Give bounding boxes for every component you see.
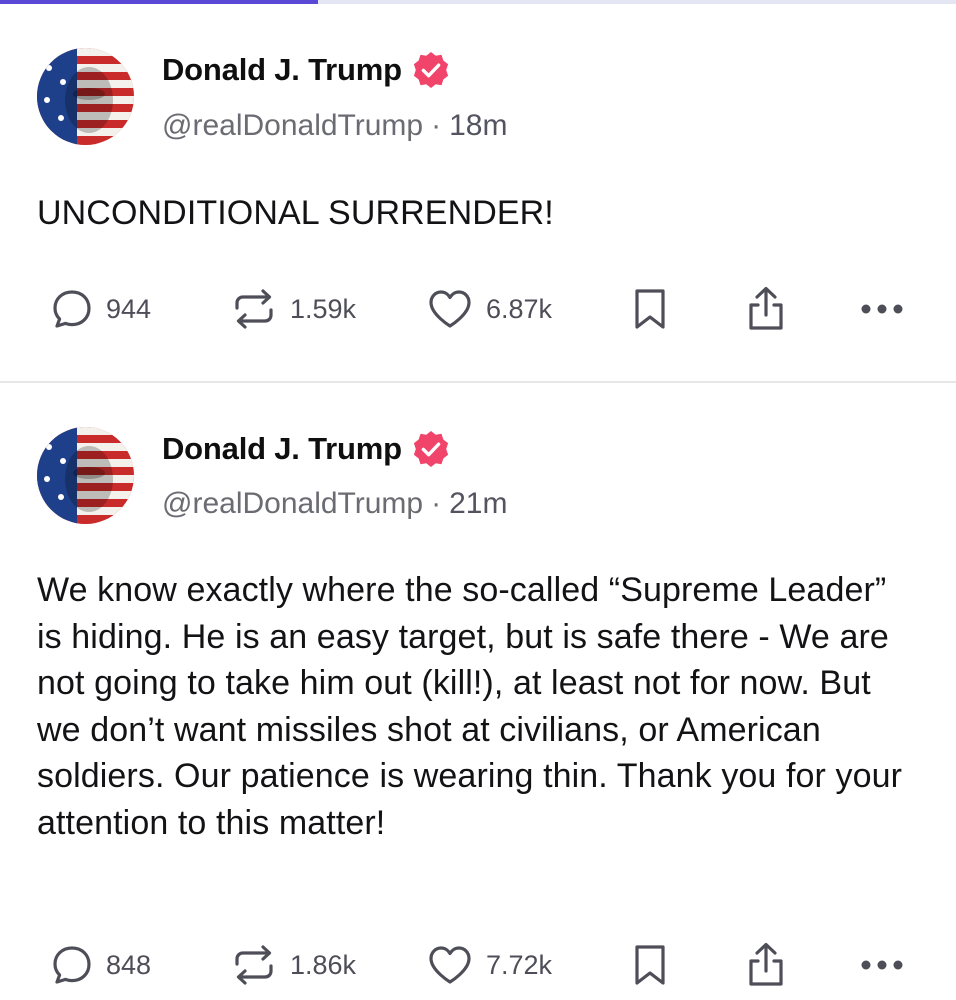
action-bar: 848 1.86k 7.72k xyxy=(0,940,956,990)
avatar[interactable] xyxy=(37,427,134,524)
reply-count: 944 xyxy=(106,293,152,324)
more-dots-icon xyxy=(861,960,903,970)
verified-badge-icon xyxy=(413,51,448,89)
chat-bubble-icon xyxy=(53,946,91,984)
repost-count: 1.59k xyxy=(290,293,357,324)
author-handle[interactable]: @realDonaldTrump xyxy=(162,109,423,142)
author-name[interactable]: Donald J. Trump xyxy=(162,50,402,90)
repost-button[interactable]: 1.59k xyxy=(230,284,356,334)
repost-arrows-icon xyxy=(235,289,273,329)
heart-icon xyxy=(429,290,471,328)
bookmark-button[interactable] xyxy=(628,940,672,990)
post-text: We know exactly where the so-called “Sup… xyxy=(37,571,903,842)
repost-arrows-icon xyxy=(235,945,273,985)
author-handle[interactable]: @realDonaldTrump xyxy=(162,487,423,520)
share-upload-icon xyxy=(749,286,783,330)
share-upload-icon xyxy=(749,942,783,986)
bookmark-button[interactable] xyxy=(628,284,672,334)
more-options-button[interactable] xyxy=(858,284,906,334)
verified-badge-icon xyxy=(413,430,448,468)
author-meta: @realDonaldTrump · 21m xyxy=(162,484,507,524)
chat-bubble-icon xyxy=(53,290,91,328)
post-timestamp[interactable]: 18m xyxy=(449,109,507,142)
meta-separator: · xyxy=(431,109,442,142)
avatar[interactable] xyxy=(37,48,134,145)
bookmark-icon xyxy=(635,289,665,329)
author-name[interactable]: Donald J. Trump xyxy=(162,429,402,469)
share-button[interactable] xyxy=(744,284,788,334)
like-button[interactable]: 6.87k xyxy=(426,284,552,334)
bookmark-icon xyxy=(635,945,665,985)
post-timestamp[interactable]: 21m xyxy=(449,487,507,520)
reply-button[interactable]: 944 xyxy=(50,284,151,334)
meta-separator: · xyxy=(431,487,442,520)
reply-button[interactable]: 848 xyxy=(50,940,151,990)
post-text: UNCONDITIONAL SURRENDER! xyxy=(37,194,554,232)
repost-count: 1.86k xyxy=(290,949,357,980)
post-card[interactable]: Donald J. Trump @realDonaldTrump · 18m UNC… xyxy=(0,0,956,382)
post-card[interactable]: Donald J. Trump @realDonaldTrump · 21m We … xyxy=(0,383,956,1000)
reply-count: 848 xyxy=(106,949,152,980)
like-button[interactable]: 7.72k xyxy=(426,940,552,990)
more-dots-icon xyxy=(861,304,903,314)
like-count: 7.72k xyxy=(486,949,553,980)
heart-icon xyxy=(429,946,471,984)
like-count: 6.87k xyxy=(486,293,553,324)
share-button[interactable] xyxy=(744,940,788,990)
avatar-image xyxy=(37,427,134,524)
action-bar: 944 1.59k 6.87k xyxy=(0,284,956,334)
more-options-button[interactable] xyxy=(858,940,906,990)
repost-button[interactable]: 1.86k xyxy=(230,940,356,990)
author-meta: @realDonaldTrump · 18m xyxy=(162,106,507,146)
avatar-image xyxy=(37,48,134,145)
